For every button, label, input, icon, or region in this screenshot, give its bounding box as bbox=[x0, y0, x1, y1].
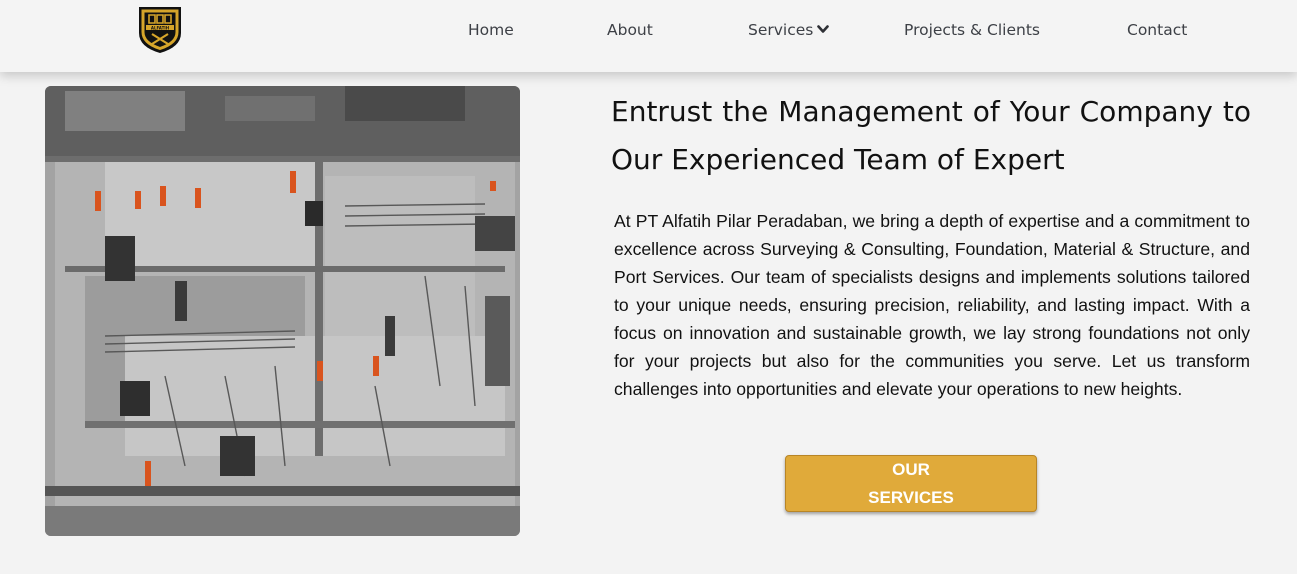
chevron-down-icon bbox=[817, 24, 830, 33]
svg-text:ALFATIH: ALFATIH bbox=[151, 25, 169, 30]
nav-home[interactable]: Home bbox=[468, 20, 514, 40]
construction-site-photo-icon bbox=[45, 86, 520, 536]
nav-projects-clients[interactable]: Projects & Clients bbox=[904, 20, 1040, 40]
nav-about[interactable]: About bbox=[607, 20, 653, 40]
nav-services[interactable]: Services bbox=[748, 20, 830, 40]
our-services-button[interactable]: OUR SERVICES bbox=[785, 455, 1037, 512]
company-logo[interactable]: ALFATIH bbox=[135, 3, 185, 55]
shield-logo-icon: ALFATIH bbox=[139, 7, 181, 53]
navbar: ALFATIH Home About Services Projects & C… bbox=[0, 0, 1297, 72]
nav-services-label: Services bbox=[748, 21, 814, 39]
hero-description: At PT Alfatih Pilar Peradaban, we bring … bbox=[614, 211, 1250, 399]
nav-contact[interactable]: Contact bbox=[1127, 20, 1187, 40]
construction-site-image bbox=[45, 86, 520, 536]
hero-headline: Entrust the Management of Your Company t… bbox=[611, 95, 1251, 176]
